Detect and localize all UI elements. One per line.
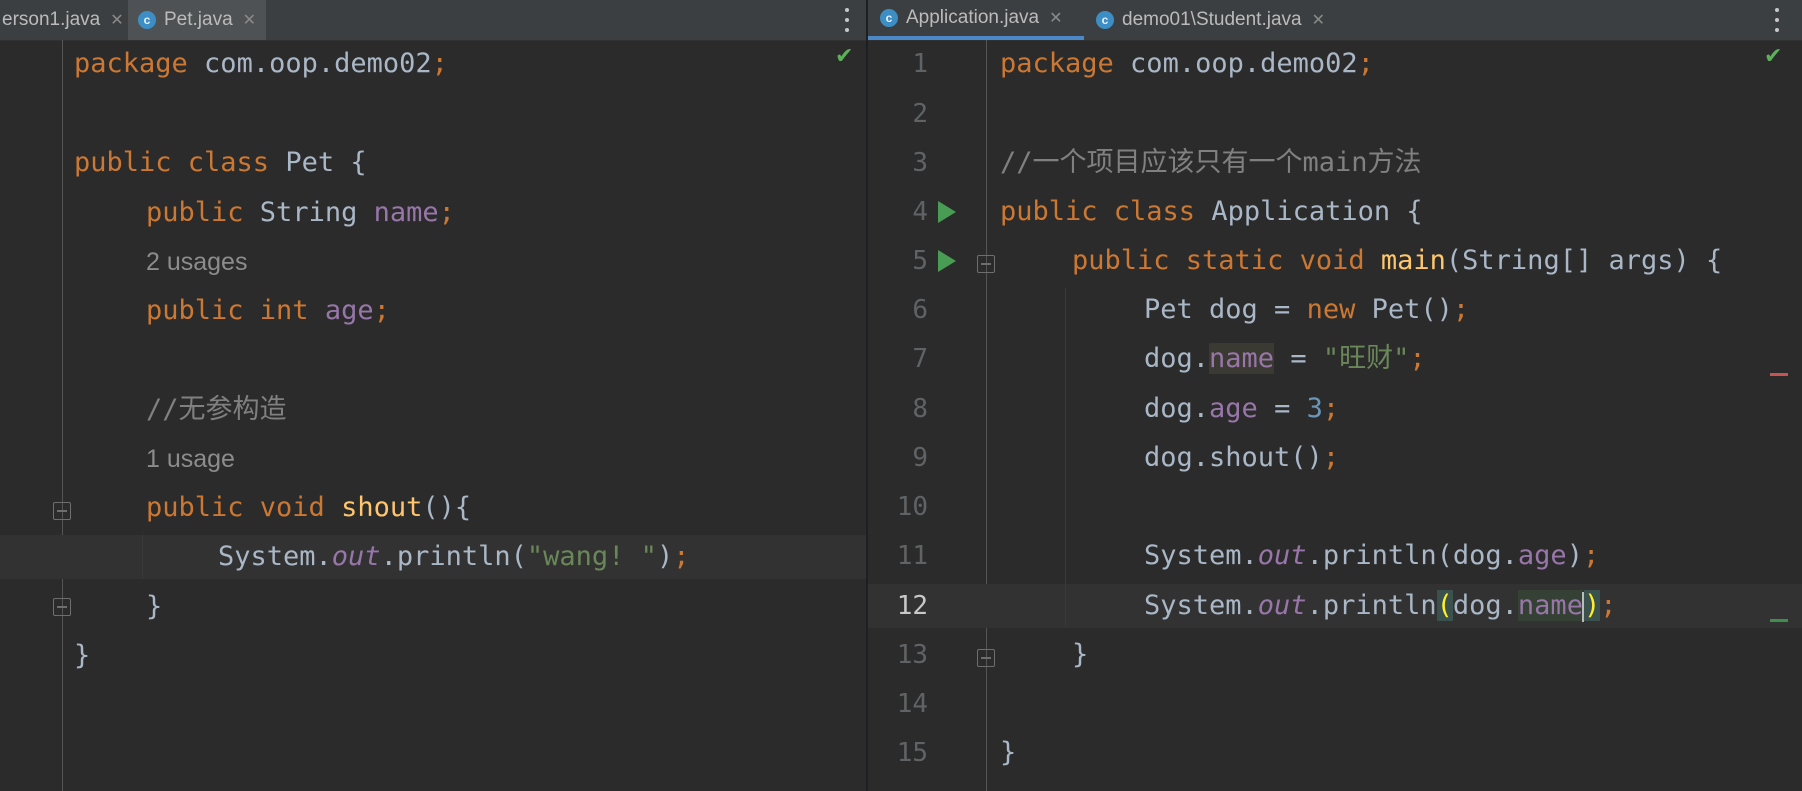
code-line: public void shout(){ [146, 492, 472, 523]
comment-line: //无参构造 [146, 394, 287, 425]
code-line: dog.age = 3; [1144, 393, 1340, 424]
code-line: public static void main(String[] args) { [1072, 245, 1723, 276]
close-icon[interactable]: ✕ [110, 10, 123, 30]
left-tab-bar: erson1.java ✕ c Pet.java ✕ [0, 0, 866, 41]
class-icon: c [138, 11, 156, 29]
close-icon[interactable]: ✕ [243, 10, 256, 30]
check-icon[interactable]: ✔ [835, 44, 853, 69]
comment-line: //一个项目应该只有一个main方法 [1000, 147, 1422, 178]
tab-label: Pet.java [164, 9, 233, 30]
tab-student-java[interactable]: c demo01\Student.java ✕ [1084, 0, 1336, 40]
code-line: } [74, 640, 91, 671]
current-code-line: System.out.println(dog.name); [1144, 590, 1617, 622]
code-line: dog.shout(); [1144, 442, 1340, 473]
right-code-editor[interactable]: 1 2 3 4 5 6 7 8 9 10 11 12 13 14 15 ✔ pa… [868, 40, 1802, 791]
right-editor-pane: c Application.java ✕ c demo01\Student.ja… [868, 0, 1802, 791]
code-line: public class Pet { [74, 147, 367, 178]
code-line: public class Application { [1000, 196, 1423, 227]
left-editor-pane: erson1.java ✕ c Pet.java ✕ package com.o… [0, 0, 866, 791]
indent-guide [142, 535, 143, 579]
code-line: } [1072, 639, 1089, 670]
close-icon[interactable]: ✕ [1049, 8, 1062, 28]
close-icon[interactable]: ✕ [1312, 10, 1325, 30]
usages-hint[interactable]: 1 usage [0, 437, 866, 481]
tab-label: Application.java [906, 7, 1040, 28]
class-run-icon: c [880, 9, 898, 27]
code-line: dog.name = "旺财"; [1144, 343, 1426, 374]
tab-pet-java[interactable]: c Pet.java ✕ [128, 0, 266, 40]
tab-person1-java[interactable]: erson1.java ✕ [0, 0, 128, 40]
code-line: package com.oop.demo02; [74, 48, 448, 79]
kebab-menu-icon[interactable] [1774, 8, 1780, 32]
code-line: } [146, 591, 163, 622]
code-line: Pet dog = new Pet(); [1144, 294, 1470, 325]
kebab-menu-icon[interactable] [844, 8, 850, 32]
tab-label: erson1.java [2, 9, 101, 30]
code-line: System.out.println(dog.age); [1144, 540, 1600, 571]
code-line: public int age; [146, 295, 390, 326]
tab-application-java[interactable]: c Application.java ✕ [868, 0, 1084, 40]
usages-hint[interactable]: 2 usages [0, 240, 866, 284]
code-line: package com.oop.demo02; [1000, 48, 1374, 79]
left-code-editor[interactable]: package com.oop.demo02; ✔ public class P… [0, 40, 866, 791]
right-tab-bar: c Application.java ✕ c demo01\Student.ja… [868, 0, 1802, 41]
current-code-line: System.out.println("wang! "); [0, 535, 866, 579]
code-line: } [1000, 737, 1017, 768]
code-line: public String name; [146, 197, 455, 228]
tab-label: demo01\Student.java [1122, 9, 1302, 30]
class-icon: c [1096, 11, 1114, 29]
